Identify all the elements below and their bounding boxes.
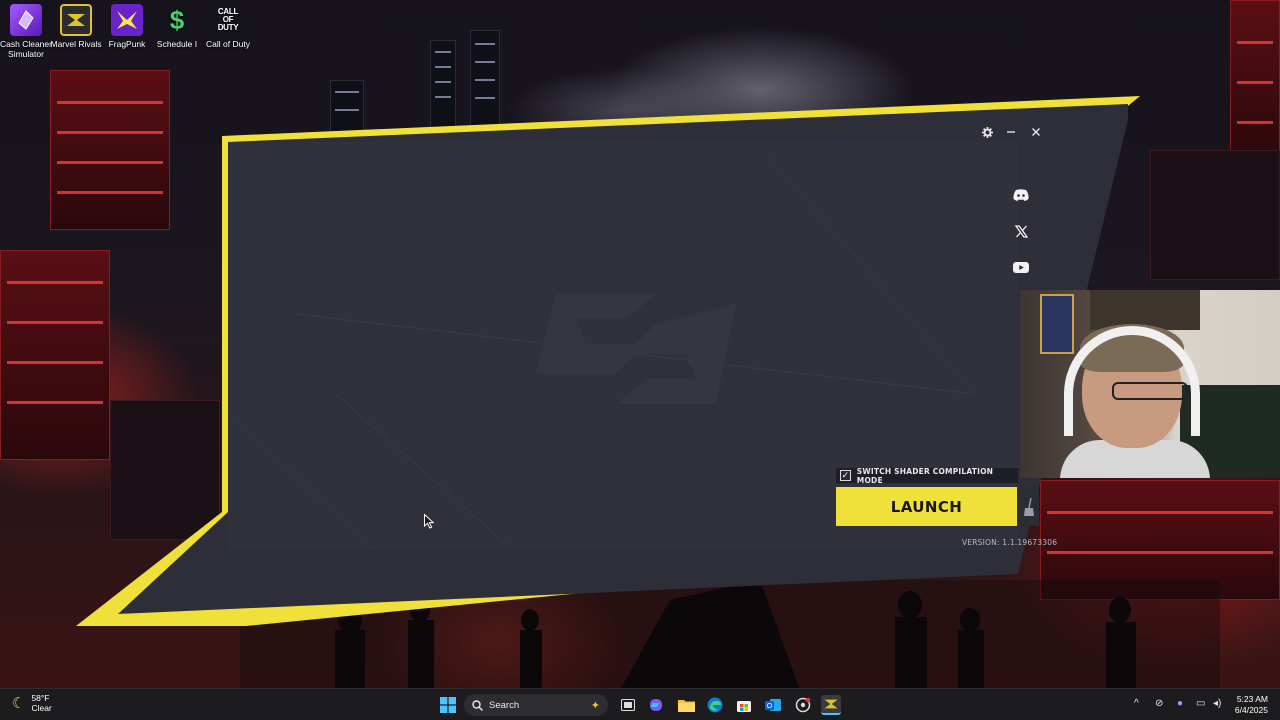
x-twitter-icon[interactable] [1010,220,1032,242]
taskbar-clock[interactable]: 5:23 AM 6/4/2025 [1234,694,1268,716]
svg-text:O: O [767,703,773,710]
shader-label: SWITCH SHADER COMPILATION MODE [856,466,994,485]
desktop-icon-schedule-i[interactable]: $ Schedule I [151,4,203,49]
webcam-person [1112,382,1188,400]
wallpaper-building [1150,150,1280,280]
desktop-icon-label: Schedule I [156,39,198,49]
launcher-logo-watermark [536,294,736,404]
outlook-icon[interactable]: O [763,695,783,715]
desktop-icon-label: FragPunk [108,39,146,49]
taskbar: ☾ 58°F Clear Search ✦ O ^ ⊘ ● ▭ ◂) 5:23 … [0,688,1280,720]
microsoft-store-icon[interactable] [734,695,754,715]
dollar-icon: $ [169,5,185,35]
edge-browser-icon[interactable] [705,695,725,715]
desktop-icon-cash-cleaner[interactable]: Cash Cleaner Simulator [0,4,52,59]
call-of-duty-logo-text: CALL OF DUTY [217,7,239,32]
chevron-up-icon[interactable]: ^ [1134,698,1139,709]
desktop-icon-label: Marvel Rivals [50,39,102,49]
moon-icon: ☾ [12,695,26,712]
fragpunk-icon [111,4,143,36]
task-view-icon[interactable] [618,695,638,715]
weather-widget[interactable]: ☾ 58°F Clear [12,693,52,713]
call-of-duty-icon: CALL OF DUTY [212,4,244,36]
clock-date: 6/4/2025 [1234,705,1268,715]
shader-compilation-toggle[interactable]: ✓ SWITCH SHADER COMPILATION MODE [836,466,1018,485]
weather-condition: Clear [31,703,52,713]
file-explorer-icon[interactable] [676,695,696,715]
broom-icon[interactable] [1019,487,1039,526]
close-button[interactable] [1027,124,1045,140]
launch-button[interactable]: LAUNCH [836,487,1017,526]
webcam-background [1040,294,1074,354]
crystal-icon [10,4,42,36]
desktop-icon-call-of-duty[interactable]: CALL OF DUTY Call of Duty [202,4,254,50]
shader-checkbox[interactable]: ✓ [840,470,851,481]
copilot-icon[interactable] [646,695,666,715]
wifi-icon[interactable]: ▭ [1196,698,1205,709]
search-label: Search [489,699,520,711]
network-off-icon[interactable]: ⊘ [1155,698,1163,709]
youtube-icon[interactable] [1010,256,1032,278]
marvel-rivals-taskbar-icon[interactable] [821,695,841,715]
version-label: VERSION: 1.1.19673306 [962,538,1058,547]
volume-icon[interactable]: ◂) [1213,698,1221,709]
discord-icon[interactable] [1010,184,1032,206]
mouse-cursor-icon [424,514,434,529]
wallpaper-building [1230,0,1280,160]
chatgpt-icon[interactable] [793,695,813,715]
marvel-rivals-icon [60,4,92,36]
desktop-icon-label: Call of Duty [206,39,250,49]
settings-icon[interactable] [978,124,996,140]
start-button[interactable] [438,695,458,715]
search-icon [472,699,483,711]
desktop-icon-fragpunk[interactable]: FragPunk [101,4,153,49]
desktop-icon-marvel-rivals[interactable]: Marvel Rivals [50,4,102,49]
game-launcher-window: ✓ SWITCH SHADER COMPILATION MODE LAUNCH … [76,94,1140,626]
webcam-overlay [1020,290,1280,478]
desktop-icon-label: Cash Cleaner Simulator [0,39,52,59]
microphone-icon[interactable]: ● [1177,698,1183,709]
weather-temp: 58°F [31,693,50,703]
clock-time: 5:23 AM [1236,694,1268,704]
minimize-button[interactable] [1002,124,1020,140]
copilot-sparkle-icon: ✦ [590,699,600,712]
taskbar-search[interactable]: Search ✦ [464,694,608,716]
